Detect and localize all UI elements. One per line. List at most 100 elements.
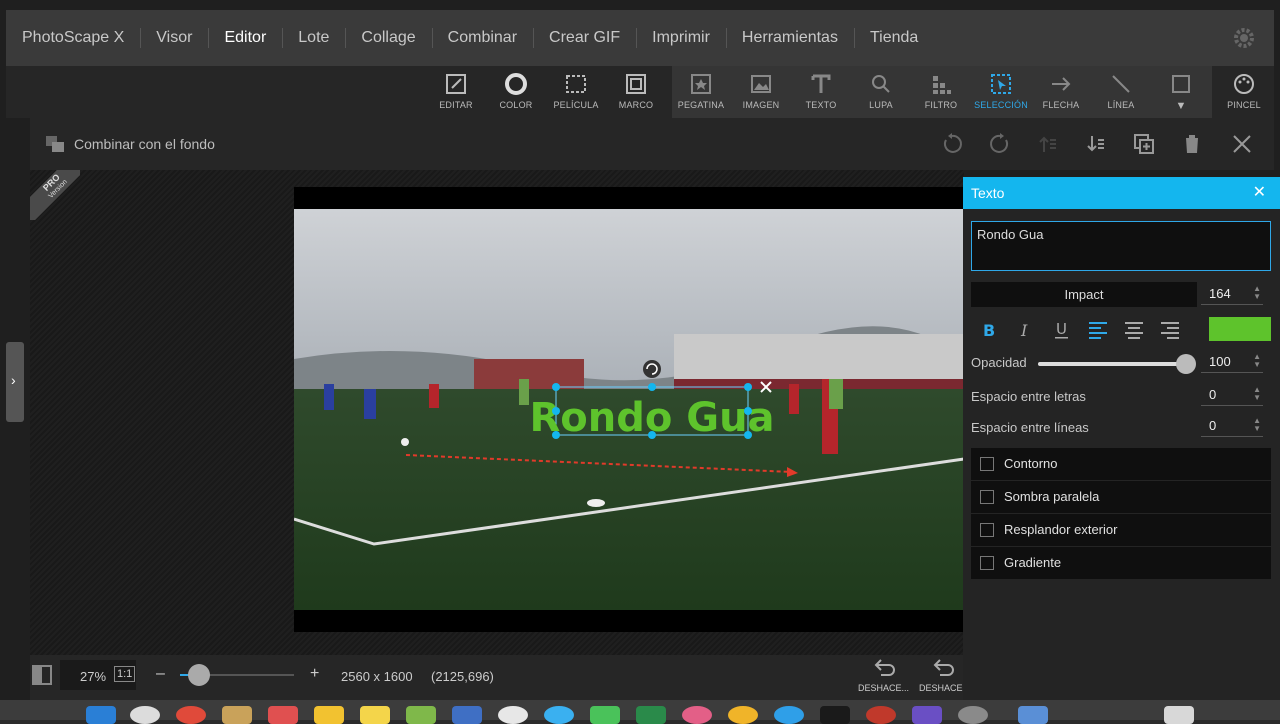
text-content-input[interactable]: Rondo Gua: [971, 221, 1271, 271]
text-color-swatch[interactable]: [1209, 317, 1271, 341]
nav-editor[interactable]: Editor: [208, 10, 282, 66]
gradient-option[interactable]: Gradiente: [971, 547, 1271, 579]
chrome-dock-icon[interactable]: [176, 706, 206, 724]
nav-herramientas[interactable]: Herramientas: [725, 10, 854, 66]
tool-filtro[interactable]: FILTRO: [911, 66, 971, 118]
side-panel-toggle[interactable]: ›: [6, 342, 24, 422]
undo-icon[interactable]: [873, 657, 897, 677]
itunes-dock-icon[interactable]: [682, 706, 712, 724]
downloads-folder-dock-icon[interactable]: [1018, 706, 1048, 724]
system-prefs-dock-icon[interactable]: [958, 706, 988, 724]
quicktime-dock-icon[interactable]: [820, 706, 850, 724]
tool-pegatina[interactable]: PEGATINA: [671, 66, 731, 118]
finder-dock-icon[interactable]: [86, 706, 116, 724]
nav-collage[interactable]: Collage: [345, 10, 431, 66]
drop-shadow-checkbox[interactable]: [980, 490, 994, 504]
align-left-icon[interactable]: [1085, 319, 1111, 341]
trash-dock-icon[interactable]: [1164, 706, 1194, 724]
opacity-stepper[interactable]: 100 ▲ ▼: [1201, 351, 1263, 373]
font-size-stepper[interactable]: 164 ▲ ▼: [1201, 283, 1263, 305]
outer-glow-option[interactable]: Resplandor exterior: [971, 514, 1271, 546]
zoom-in-button[interactable]: +: [310, 665, 319, 683]
maps-dock-icon[interactable]: [406, 706, 436, 724]
rotate-right-icon[interactable]: [988, 132, 1012, 156]
zoom-slider-knob[interactable]: [188, 664, 210, 686]
drop-shadow-option[interactable]: Sombra paralela: [971, 481, 1271, 513]
nav-imprimir[interactable]: Imprimir: [636, 10, 726, 66]
undo-all-icon[interactable]: [932, 657, 956, 677]
align-right-icon[interactable]: [1157, 319, 1183, 341]
nav-crear-gif[interactable]: Crear GIF: [533, 10, 636, 66]
font-select[interactable]: Impact: [971, 282, 1197, 307]
nav-photoscape[interactable]: PhotoScape X: [6, 10, 140, 66]
nav-tienda[interactable]: Tienda: [853, 10, 934, 66]
messages-dock-icon[interactable]: [544, 706, 574, 724]
merge-background-label[interactable]: Combinar con el fondo: [74, 136, 215, 152]
undo-label[interactable]: DESHACE...: [858, 683, 909, 693]
stepper-arrows-icon[interactable]: ▲ ▼: [1253, 285, 1261, 301]
tool-seleccion[interactable]: SELECCIÓN: [971, 66, 1031, 118]
ibooks-dock-icon[interactable]: [728, 706, 758, 724]
zoom-level[interactable]: 27%: [80, 669, 106, 684]
compare-toggle-icon[interactable]: [32, 665, 52, 685]
word-dock-icon[interactable]: [452, 706, 482, 724]
opacity-slider[interactable]: [1038, 362, 1184, 366]
stepper-arrows-icon[interactable]: ▲ ▼: [1253, 353, 1261, 369]
tool-shape-more[interactable]: ▼: [1151, 66, 1211, 118]
tool-imagen[interactable]: IMAGEN: [731, 66, 791, 118]
photoscape-dock-icon[interactable]: [866, 706, 896, 724]
stepper-arrows-icon[interactable]: ▲ ▼: [1253, 417, 1261, 433]
palette-icon: [1234, 74, 1254, 94]
app-store-dock-icon[interactable]: [774, 706, 804, 724]
bring-forward-icon[interactable]: [1036, 132, 1060, 156]
letter-spacing-stepper[interactable]: 0 ▲ ▼: [1201, 384, 1263, 406]
outline-option[interactable]: Contorno: [971, 448, 1271, 480]
tool-color[interactable]: COLOR: [486, 66, 546, 118]
notes-dock-icon[interactable]: [314, 706, 344, 724]
contacts-dock-icon[interactable]: [222, 706, 252, 724]
italic-button[interactable]: I: [1013, 319, 1039, 341]
underline-button[interactable]: U: [1049, 319, 1075, 341]
nav-combinar[interactable]: Combinar: [431, 10, 533, 66]
tool-flecha[interactable]: FLECHA: [1031, 66, 1091, 118]
close-icon[interactable]: [1230, 132, 1254, 156]
tool-lupa[interactable]: LUPA: [851, 66, 911, 118]
trash-icon[interactable]: [1180, 132, 1204, 156]
nav-lote[interactable]: Lote: [282, 10, 345, 66]
stickies-dock-icon[interactable]: [360, 706, 390, 724]
align-center-icon[interactable]: [1121, 319, 1147, 341]
tool-pelicula[interactable]: PELÍCULA: [546, 66, 606, 118]
outer-glow-checkbox[interactable]: [980, 523, 994, 537]
close-panel-icon[interactable]: ✕: [1253, 177, 1266, 209]
tool-linea[interactable]: LÍNEA: [1091, 66, 1151, 118]
outline-checkbox[interactable]: [980, 457, 994, 471]
photos-dock-icon[interactable]: [498, 706, 528, 724]
gear-icon[interactable]: [1232, 26, 1256, 50]
tool-marco[interactable]: MARCO: [606, 66, 666, 118]
zoom-out-button[interactable]: –: [156, 665, 165, 683]
imovie-dock-icon[interactable]: [912, 706, 942, 724]
safari-dock-icon[interactable]: [130, 706, 160, 724]
send-backward-icon[interactable]: [1084, 132, 1108, 156]
one-to-one-button[interactable]: 1:1: [114, 666, 136, 682]
excel-dock-icon[interactable]: [636, 706, 666, 724]
tool-editar[interactable]: EDITAR: [426, 66, 486, 118]
facetime-dock-icon[interactable]: [590, 706, 620, 724]
nav-visor[interactable]: Visor: [140, 10, 208, 66]
stepper-arrows-icon[interactable]: ▲ ▼: [1253, 386, 1261, 402]
rotate-handle-icon[interactable]: [643, 360, 661, 378]
text-panel: Texto ✕ Rondo Gua Impact 164 ▲ ▼ B I U Opa…: [963, 177, 1280, 720]
rotate-left-icon[interactable]: [940, 132, 964, 156]
letter-spacing-label: Espacio entre letras: [971, 389, 1086, 404]
gradient-checkbox[interactable]: [980, 556, 994, 570]
tool-imagen-label: IMAGEN: [742, 100, 780, 110]
line-spacing-stepper[interactable]: 0 ▲ ▼: [1201, 415, 1263, 437]
font-size-value: 164: [1209, 286, 1231, 301]
opacity-slider-knob[interactable]: [1176, 354, 1196, 374]
tool-pincel[interactable]: PINCEL: [1214, 66, 1274, 118]
tool-texto[interactable]: TEXTO: [791, 66, 851, 118]
bold-button[interactable]: B: [977, 319, 1003, 341]
calendar-dock-icon[interactable]: [268, 706, 298, 724]
duplicate-icon[interactable]: [1132, 132, 1156, 156]
photo-canvas[interactable]: Rondo Gua: [294, 187, 964, 632]
